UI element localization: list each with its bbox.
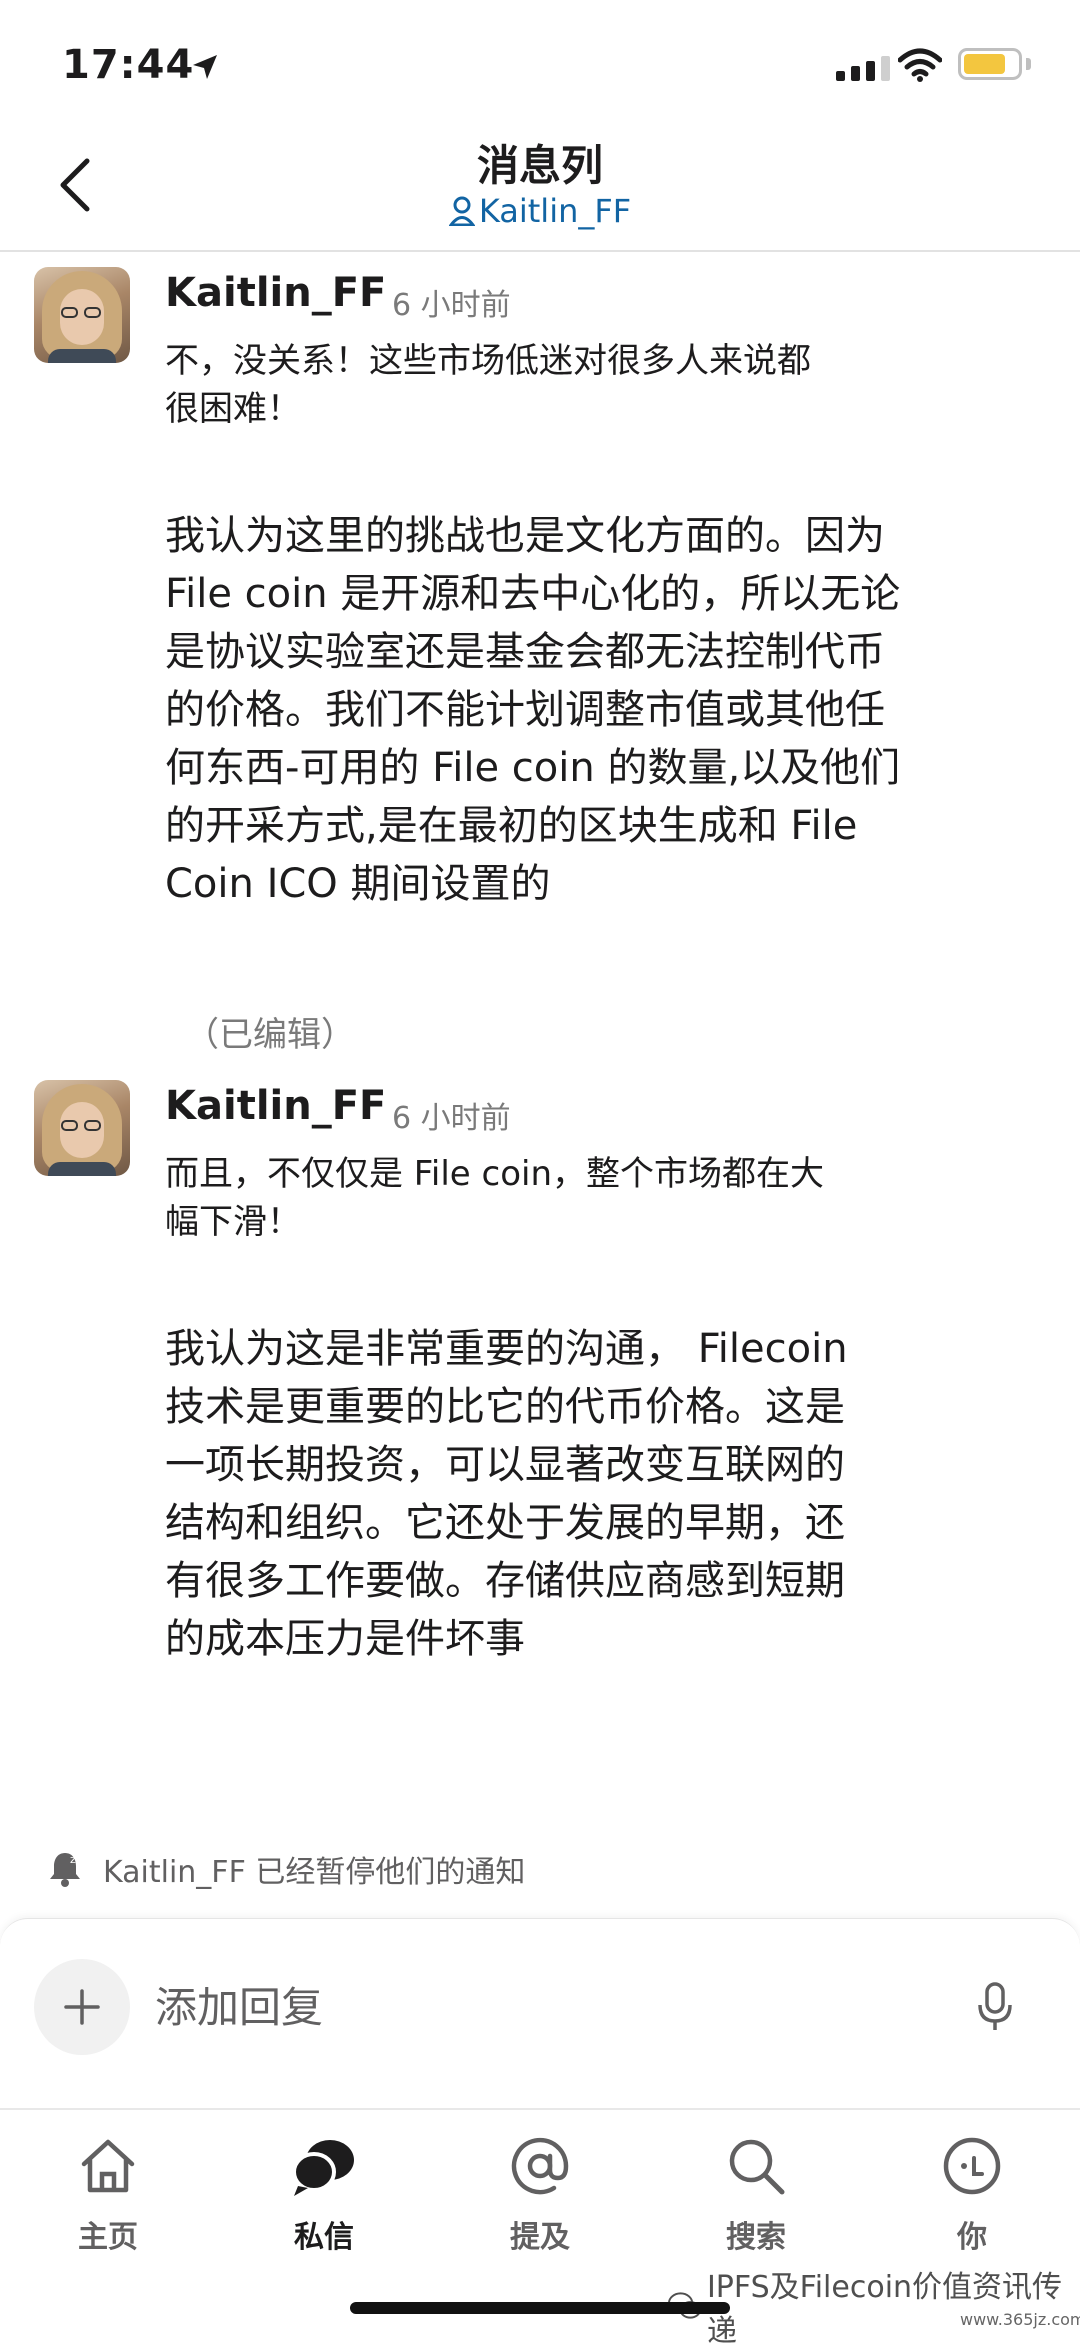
tab-home[interactable]: 主页: [33, 2130, 183, 2256]
message-line: 而且，不仅仅是 File coin，整个市场都在大: [165, 1154, 824, 1194]
location-arrow-icon: [193, 55, 217, 79]
message-timestamp: 6 小时前: [392, 1101, 511, 1136]
clock: 17:44: [62, 42, 195, 88]
home-icon: [81, 2139, 135, 2193]
edited-label: （已编辑）: [185, 1015, 355, 1055]
bell-snooze-icon: z: [50, 1853, 80, 1887]
tab-direct-messages[interactable]: 私信: [249, 2130, 399, 2256]
svg-text:z: z: [70, 1853, 76, 1866]
voice-message-button[interactable]: [965, 1977, 1025, 2037]
message-line: 幅下滑！: [165, 1202, 301, 1242]
avatar[interactable]: [34, 1080, 130, 1176]
battery-icon: [958, 48, 1022, 80]
message-timestamp: 6 小时前: [392, 288, 511, 323]
reply-input[interactable]: [155, 1975, 935, 2039]
plus-icon: [64, 1989, 100, 2025]
message-line: 的价格。我们不能计划调整市值或其他任: [165, 687, 885, 733]
wifi-icon: [898, 48, 942, 82]
message-line: Coin ICO 期间设置的: [165, 861, 551, 907]
direct-messages-icon: [292, 2140, 354, 2196]
person-icon: [447, 196, 476, 227]
header-subtitle: Kaitlin_FF: [478, 192, 632, 230]
message-item[interactable]: Kaitlin_FF 6 小时前 而且，不仅仅是 File coin，整个市场都…: [0, 1075, 1080, 1755]
microphone-icon: [978, 1982, 1012, 2030]
message-line: 有很多工作要做。存储供应商感到短期: [165, 1558, 845, 1604]
home-indicator: [350, 2302, 730, 2314]
mention-icon: [511, 2137, 569, 2195]
tab-label: 你: [957, 2220, 987, 2255]
tab-label: 主页: [78, 2220, 138, 2255]
message-line: 一项长期投资，可以显著改变互联网的: [165, 1442, 845, 1488]
tab-label: 搜索: [726, 2220, 786, 2255]
message-line: 的开采方式,是在最初的区块生成和 File: [165, 803, 858, 849]
status-bar: 17:44: [0, 0, 1080, 140]
message-line: 结构和组织。它还处于发展的早期，还: [165, 1500, 845, 1546]
page-title: 消息列: [476, 141, 603, 190]
message-line: 很困难！: [165, 389, 301, 429]
message-line: 的成本压力是件坏事: [165, 1616, 525, 1662]
message-item[interactable]: Kaitlin_FF 6 小时前 不，没关系！这些市场低迷对很多人来说都 很困难…: [0, 262, 1080, 1062]
message-line: 我认为这里的挑战也是文化方面的。因为: [165, 513, 885, 559]
message-text-body: 我认为这是非常重要的沟通， Filecoin 技术是更重要的比它的代币价格。这是…: [165, 1320, 1025, 1668]
tab-label: 提及: [510, 2220, 570, 2255]
message-author[interactable]: Kaitlin_FF: [165, 270, 386, 316]
cellular-signal-icon: [836, 56, 890, 81]
attach-button[interactable]: [34, 1959, 130, 2055]
message-line: 是协议实验室还是基金会都无法控制代币: [165, 629, 885, 675]
message-line: 技术是更重要的比它的代币价格。这是: [165, 1384, 845, 1430]
message-text-body: 我认为这里的挑战也是文化方面的。因为 File coin 是开源和去中心化的，所…: [165, 507, 1025, 913]
message-text-intro: 而且，不仅仅是 File coin，整个市场都在大 幅下滑！: [165, 1150, 1005, 1246]
message-composer: [0, 1918, 1080, 2109]
tab-you[interactable]: 你: [897, 2130, 1047, 2256]
message-line: 不，没关系！这些市场低迷对很多人来说都: [165, 341, 811, 381]
message-text-intro: 不，没关系！这些市场低迷对很多人来说都 很困难！: [165, 337, 1005, 433]
tab-label: 私信: [294, 2220, 354, 2255]
message-author[interactable]: Kaitlin_FF: [165, 1083, 386, 1129]
search-icon: [729, 2139, 785, 2195]
battery-cap: [1026, 58, 1031, 70]
profile-icon: [943, 2137, 1001, 2195]
avatar[interactable]: [34, 267, 130, 363]
notifications-paused-notice: z Kaitlin_FF 已经暂停他们的通知: [45, 1847, 525, 1891]
message-line: File coin 是开源和去中心化的，所以无论: [165, 571, 901, 617]
message-line: 我认为这是非常重要的沟通， Filecoin: [165, 1326, 848, 1372]
message-line: 何东西-可用的 File coin 的数量,以及他们: [165, 745, 901, 791]
notice-text: Kaitlin_FF 已经暂停他们的通知: [103, 1855, 526, 1890]
channel-member-link[interactable]: Kaitlin_FF: [0, 192, 1080, 230]
thread-header: 消息列 Kaitlin_FF: [0, 120, 1080, 252]
tab-search[interactable]: 搜索: [681, 2130, 831, 2256]
site-watermark: www.365jz.com: [960, 2310, 1080, 2329]
tab-mentions[interactable]: 提及: [465, 2130, 615, 2256]
